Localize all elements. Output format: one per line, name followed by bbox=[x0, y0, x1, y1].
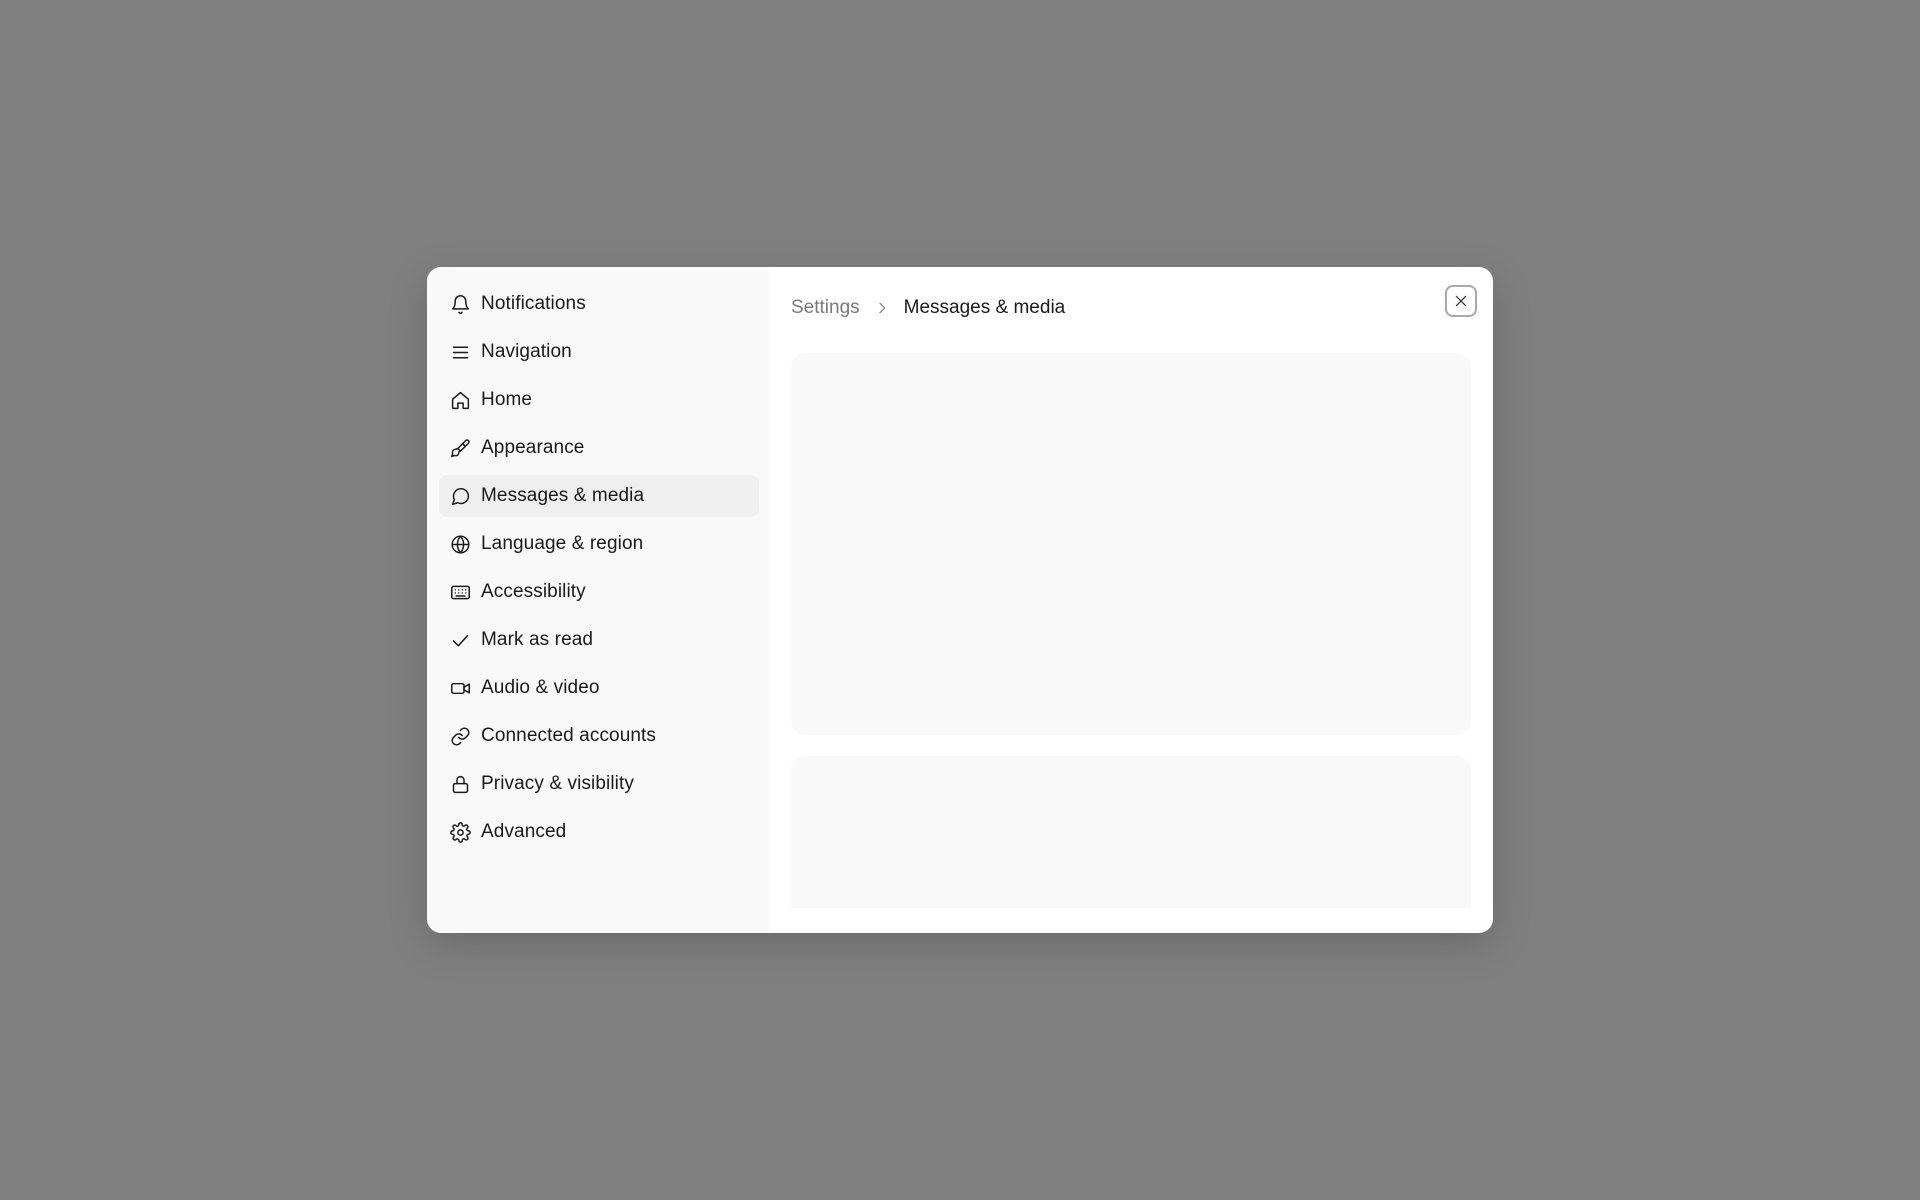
settings-sidebar: Notifications Navigation Home Appearance bbox=[427, 267, 769, 933]
sidebar-item-advanced[interactable]: Advanced bbox=[439, 811, 759, 853]
check-icon bbox=[449, 629, 471, 651]
sidebar-item-label: Appearance bbox=[481, 437, 585, 458]
sidebar-item-label: Audio & video bbox=[481, 677, 600, 698]
sidebar-item-audio-video[interactable]: Audio & video bbox=[439, 667, 759, 709]
settings-main-panel: Settings Messages & media bbox=[769, 267, 1493, 933]
sidebar-item-navigation[interactable]: Navigation bbox=[439, 331, 759, 373]
sidebar-item-appearance[interactable]: Appearance bbox=[439, 427, 759, 469]
gear-icon bbox=[449, 821, 471, 843]
sidebar-item-label: Language & region bbox=[481, 533, 644, 554]
settings-section-placeholder bbox=[791, 353, 1471, 735]
breadcrumb-settings-link[interactable]: Settings bbox=[791, 297, 860, 319]
home-icon bbox=[449, 389, 471, 411]
breadcrumb-current-page: Messages & media bbox=[903, 297, 1066, 318]
sidebar-item-home[interactable]: Home bbox=[439, 379, 759, 421]
close-button[interactable] bbox=[1445, 285, 1477, 317]
lock-icon bbox=[449, 773, 471, 795]
breadcrumb: Settings Messages & media bbox=[791, 293, 1471, 323]
link-icon bbox=[449, 725, 471, 747]
sidebar-item-accessibility[interactable]: Accessibility bbox=[439, 571, 759, 613]
chevron-right-icon bbox=[874, 300, 890, 316]
settings-dialog: Notifications Navigation Home Appearance bbox=[427, 267, 1493, 933]
sidebar-item-messages-media[interactable]: Messages & media bbox=[439, 475, 759, 517]
keyboard-icon bbox=[449, 581, 471, 603]
sidebar-item-label: Home bbox=[481, 389, 533, 410]
sidebar-item-label: Mark as read bbox=[481, 629, 594, 650]
sidebar-item-label: Accessibility bbox=[481, 581, 586, 602]
menu-icon bbox=[449, 341, 471, 363]
sidebar-item-label: Privacy & visibility bbox=[481, 773, 634, 794]
sidebar-item-connected-accounts[interactable]: Connected accounts bbox=[439, 715, 759, 757]
bell-icon bbox=[449, 293, 471, 315]
sidebar-item-language-region[interactable]: Language & region bbox=[439, 523, 759, 565]
globe-icon bbox=[449, 533, 471, 555]
sidebar-item-label: Navigation bbox=[481, 341, 572, 362]
sidebar-item-label: Notifications bbox=[481, 293, 586, 314]
sidebar-item-notifications[interactable]: Notifications bbox=[439, 283, 759, 325]
sidebar-item-mark-as-read[interactable]: Mark as read bbox=[439, 619, 759, 661]
video-camera-icon bbox=[449, 677, 471, 699]
sidebar-item-privacy-visibility[interactable]: Privacy & visibility bbox=[439, 763, 759, 805]
close-icon bbox=[1455, 295, 1467, 307]
settings-section-placeholder bbox=[791, 756, 1471, 908]
paintbrush-icon bbox=[449, 437, 471, 459]
content-area bbox=[791, 353, 1471, 908]
message-bubble-icon bbox=[449, 485, 471, 507]
sidebar-item-label: Advanced bbox=[481, 821, 567, 842]
sidebar-item-label: Connected accounts bbox=[481, 725, 657, 746]
sidebar-item-label: Messages & media bbox=[481, 485, 645, 506]
